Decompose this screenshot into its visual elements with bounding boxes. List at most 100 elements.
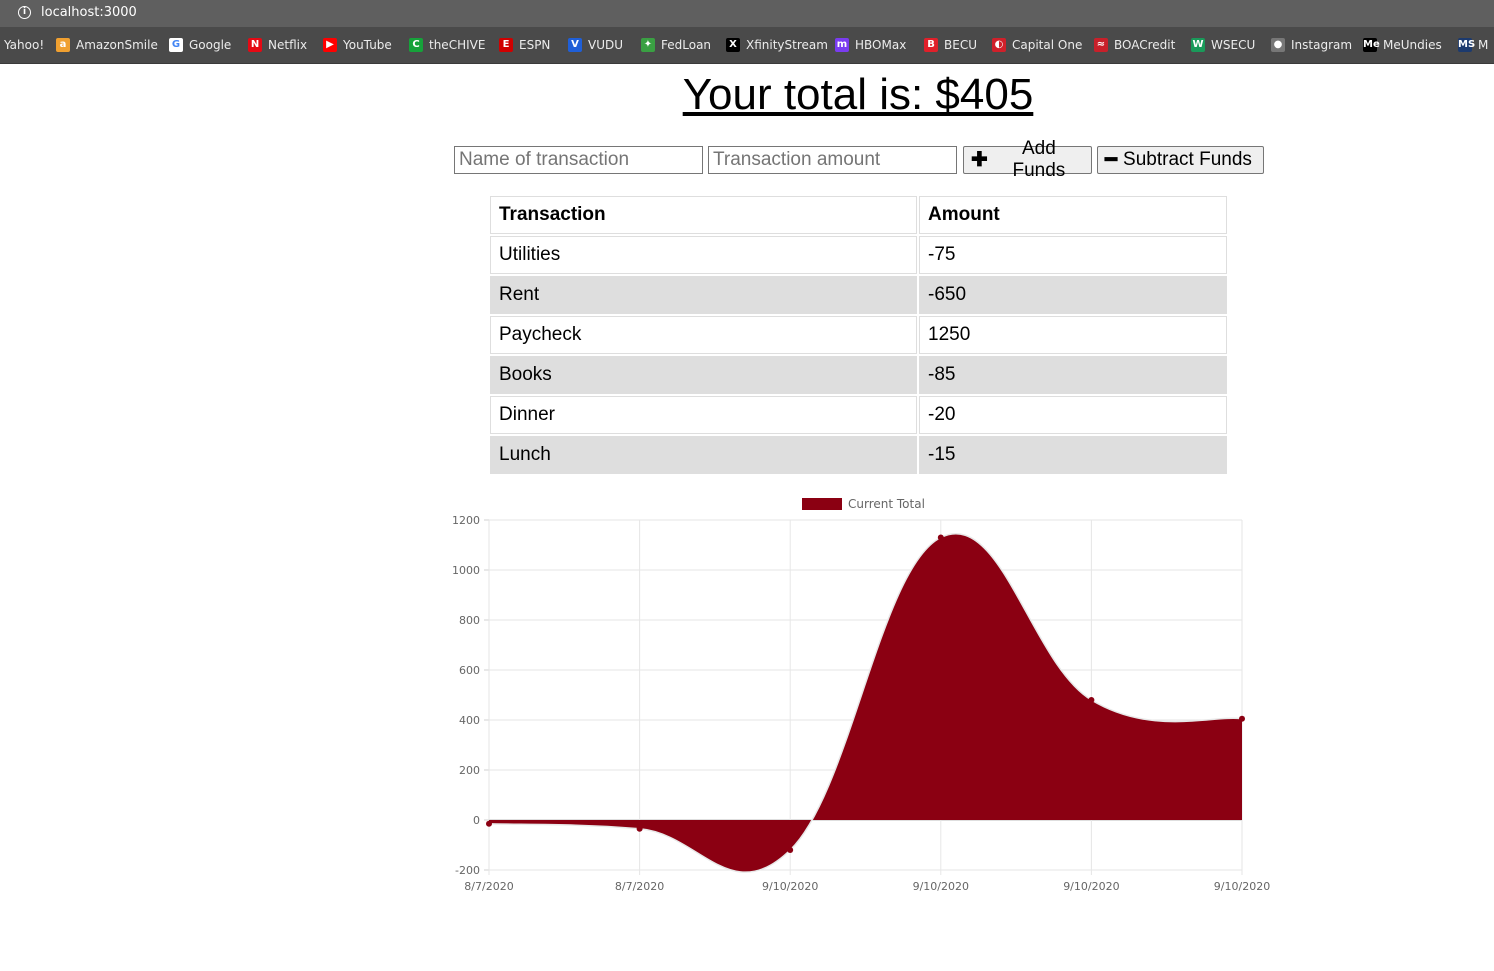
- y-tick-label: 1200: [452, 514, 480, 527]
- x-tick-label: 8/7/2020: [464, 880, 513, 893]
- data-point: [937, 534, 944, 541]
- header-amount: Amount: [919, 196, 1227, 234]
- table-header-row: Transaction Amount: [490, 196, 1227, 234]
- add-funds-button[interactable]: ✚ Add Funds: [963, 138, 1092, 181]
- row-amount: -20: [919, 396, 1227, 434]
- bookmark-becu[interactable]: B BECU: [924, 38, 977, 52]
- bookmark-label: M: [1478, 38, 1489, 52]
- bookmark-yahoo[interactable]: Yahoo!: [4, 38, 44, 52]
- bookmark-label: Netflix: [268, 38, 308, 52]
- transaction-name-input[interactable]: [454, 146, 703, 174]
- bookmark-label: AmazonSmile: [76, 38, 158, 52]
- row-amount: -75: [919, 236, 1227, 274]
- bookmarks-bar: Yahoo! a AmazonSmile G Google N Netflix ▶ YouTub…: [0, 27, 1494, 64]
- bookmark-label: Google: [189, 38, 232, 52]
- row-amount: -650: [919, 276, 1227, 314]
- bookmark-instagram[interactable]: ● Instagram: [1271, 38, 1352, 52]
- bookmark-favicon-icon: V: [568, 38, 582, 52]
- y-tick-label: 600: [459, 664, 480, 677]
- data-point: [636, 825, 643, 832]
- bookmark-favicon-icon: ◐: [992, 38, 1006, 52]
- bookmark-label: Instagram: [1291, 38, 1353, 52]
- minus-icon: ━: [1105, 149, 1118, 171]
- total-heading: Your total is: $405: [682, 70, 1034, 119]
- bookmark-label: BECU: [944, 38, 977, 52]
- bookmark-fedloan[interactable]: ✦ FedLoan: [641, 38, 711, 52]
- bookmark-xfinitystream[interactable]: X XfinityStream: [726, 38, 828, 52]
- bookmark-label: BOACredit: [1114, 38, 1176, 52]
- bookmark-favicon-icon: B: [924, 38, 938, 52]
- bookmark-favicon-icon: ≈: [1094, 38, 1108, 52]
- bookmark-favicon-icon: W: [1191, 38, 1205, 52]
- bookmark-favicon-icon: MS: [1458, 38, 1476, 52]
- x-tick-label: 9/10/2020: [913, 880, 969, 893]
- bookmark-label: ESPN: [519, 38, 551, 52]
- legend-swatch: [802, 498, 842, 510]
- subtract-funds-label: Subtract Funds: [1123, 149, 1252, 170]
- info-icon[interactable]: i: [18, 6, 31, 19]
- bookmark-favicon-icon: ▶: [323, 38, 337, 52]
- add-funds-label: Add Funds: [1012, 138, 1066, 181]
- y-tick-label: -200: [455, 864, 480, 877]
- row-name: Dinner: [490, 396, 917, 434]
- bookmark-favicon-icon: G: [169, 38, 183, 52]
- bookmark-label: WSECU: [1211, 38, 1256, 52]
- bookmark-youtube[interactable]: ▶ YouTube: [323, 38, 392, 52]
- url-text[interactable]: localhost:3000: [41, 5, 137, 20]
- bookmark-netflix[interactable]: N Netflix: [248, 38, 307, 52]
- bookmark-favicon-icon: a: [56, 38, 70, 52]
- data-point: [787, 847, 794, 853]
- bookmark-favicon-icon: E: [499, 38, 513, 52]
- row-name: Lunch: [490, 436, 917, 474]
- bookmark-capital-one[interactable]: ◐ Capital One: [992, 38, 1082, 52]
- plus-icon: ✚: [971, 149, 988, 171]
- bookmark-thechive[interactable]: CtheCHIVE: [409, 38, 485, 52]
- table-row: Rent -650: [490, 276, 1227, 314]
- row-name: Rent: [490, 276, 917, 314]
- header-transaction: Transaction: [490, 196, 917, 234]
- bookmark-google[interactable]: G Google: [169, 38, 231, 52]
- y-tick-label: 200: [459, 764, 480, 777]
- row-name: Paycheck: [490, 316, 917, 354]
- bookmark-favicon-icon: ✦: [641, 38, 655, 52]
- bookmark-label: YouTube: [343, 38, 392, 52]
- bookmark-vudu[interactable]: V VUDU: [568, 38, 623, 52]
- bookmark-label: theCHIVE: [429, 38, 486, 52]
- row-name: Utilities: [490, 236, 917, 274]
- row-name: Books: [490, 356, 917, 394]
- y-tick-label: 800: [459, 614, 480, 627]
- subtract-funds-button[interactable]: ━ Subtract Funds: [1097, 146, 1264, 174]
- bookmark-meundies[interactable]: Me MeUndies: [1363, 38, 1442, 52]
- bookmark-hbomax[interactable]: m HBOMax: [835, 38, 906, 52]
- table-row: Lunch -15: [490, 436, 1227, 474]
- bookmark-favicon-icon: N: [248, 38, 262, 52]
- bookmark-favicon-icon: Me: [1363, 38, 1380, 52]
- bookmark-favicon-icon: ●: [1271, 38, 1285, 52]
- x-tick-label: 9/10/2020: [1063, 880, 1119, 893]
- bookmark-favicon-icon: C: [409, 38, 423, 52]
- series-area: [489, 533, 1242, 873]
- row-amount: 1250: [919, 316, 1227, 354]
- y-tick-label: 1000: [452, 564, 480, 577]
- address-bar[interactable]: i localhost:3000: [0, 0, 1494, 27]
- x-tick-label: 9/10/2020: [762, 880, 818, 893]
- bookmark-wsecu[interactable]: W WSECU: [1191, 38, 1255, 52]
- table-row: Utilities -75: [490, 236, 1227, 274]
- data-point: [486, 820, 492, 827]
- bookmark-label: Yahoo!: [4, 38, 45, 52]
- bookmark-amazonsmile[interactable]: a AmazonSmile: [56, 38, 158, 52]
- x-tick-label: 8/7/2020: [615, 880, 664, 893]
- balance-chart: 1200 1000 800 600 400 200 0 -200 8/7/2020 8/7/202…: [452, 497, 1270, 893]
- bookmark-m[interactable]: MS M: [1458, 38, 1488, 52]
- bookmark-espn[interactable]: E ESPN: [499, 38, 550, 52]
- row-amount: -85: [919, 356, 1227, 394]
- table-row: Books -85: [490, 356, 1227, 394]
- bookmark-label: HBOMax: [855, 38, 907, 52]
- data-point: [1088, 697, 1095, 703]
- bookmark-label: Capital One: [1012, 38, 1083, 52]
- x-tick-label: 9/10/2020: [1214, 880, 1270, 893]
- bookmark-label: MeUndies: [1383, 38, 1442, 52]
- legend-label: Current Total: [848, 497, 925, 511]
- transaction-amount-input[interactable]: [708, 146, 957, 174]
- bookmark-boacredit[interactable]: ≈ BOACredit: [1094, 38, 1175, 52]
